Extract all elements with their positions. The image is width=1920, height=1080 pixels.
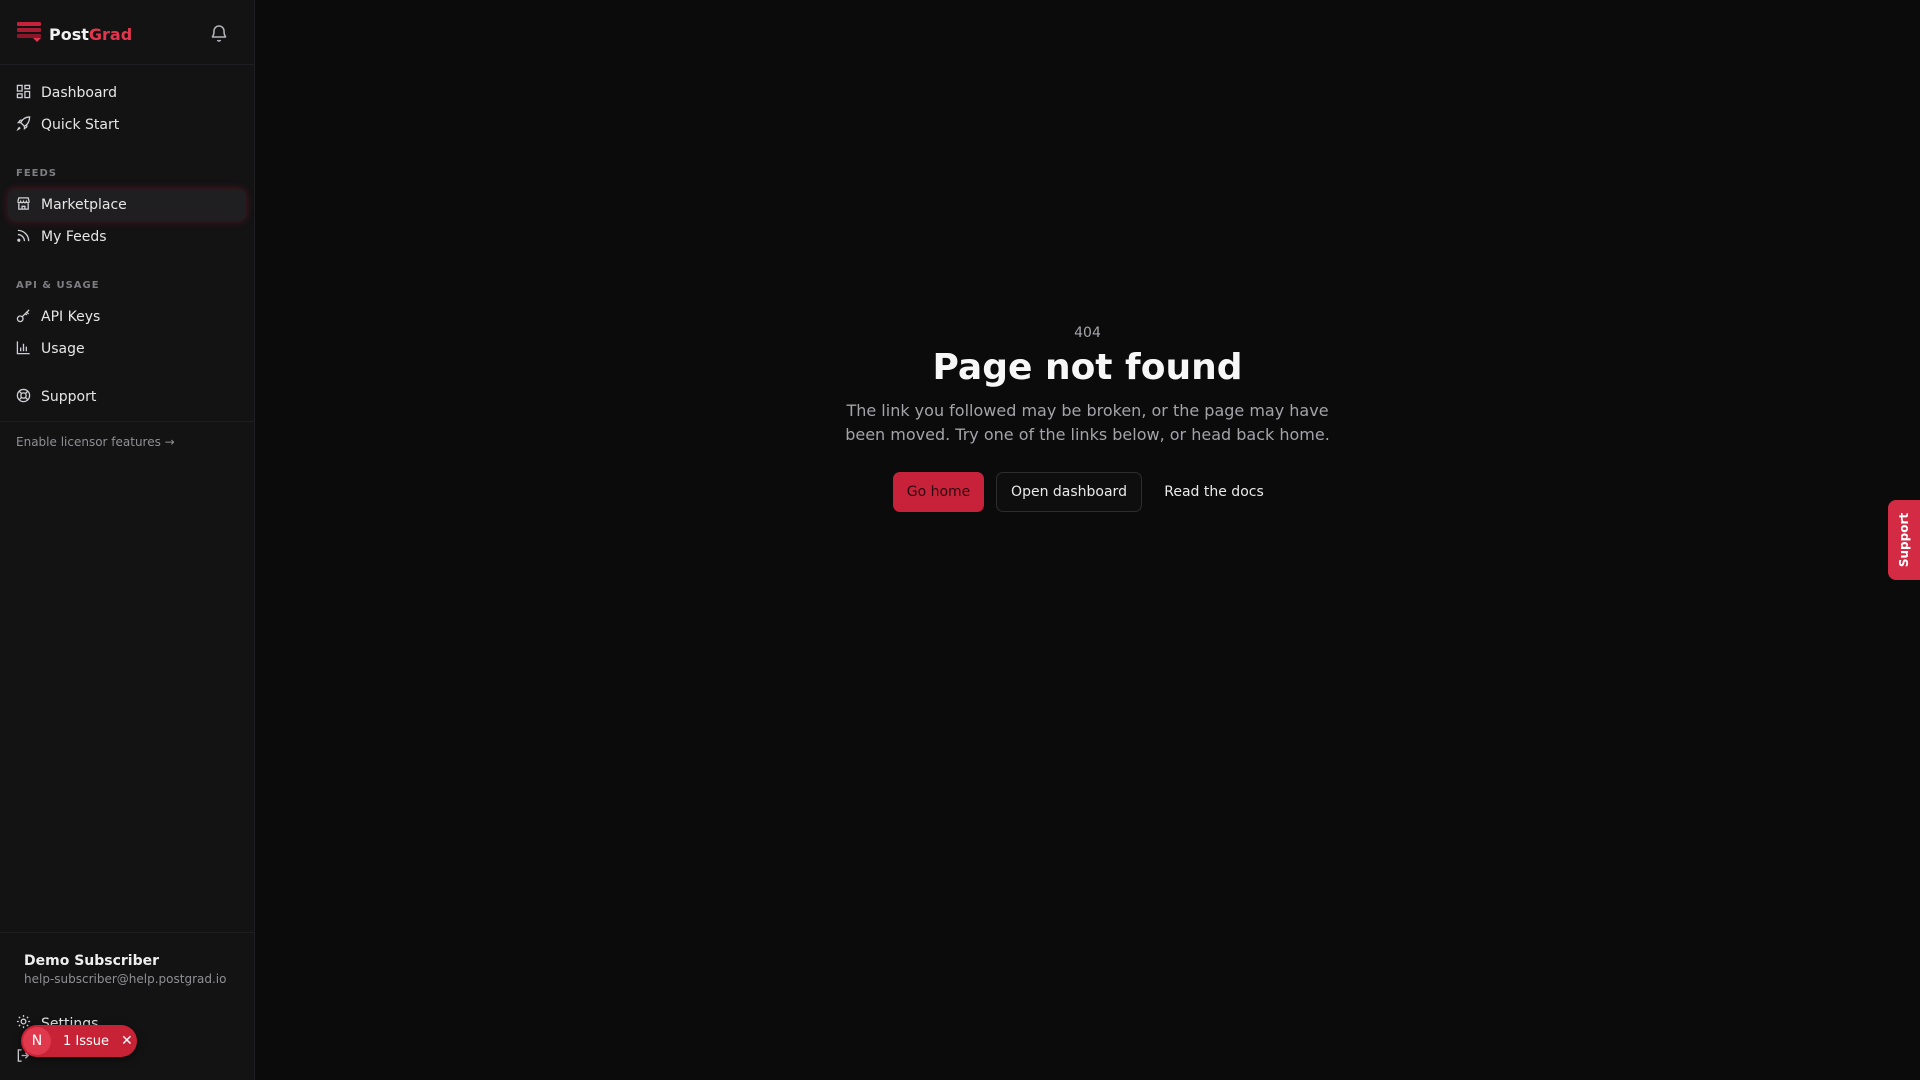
store-icon [16, 196, 31, 215]
open-dashboard-button[interactable]: Open dashboard [996, 472, 1142, 512]
issue-avatar: N [23, 1027, 51, 1055]
issue-badge[interactable]: N 1 Issue ✕ [21, 1025, 137, 1057]
rss-icon [16, 228, 31, 247]
sidebar-item-label: Quick Start [41, 117, 120, 133]
rocket-icon [16, 115, 31, 135]
sidebar-item-quick-start[interactable]: Quick Start [8, 109, 246, 141]
page-title: Page not found [932, 347, 1243, 388]
bell-icon[interactable] [210, 23, 228, 47]
enable-licensor-link[interactable]: Enable licensor features → [16, 435, 175, 449]
sidebar-item-label: Marketplace [41, 197, 127, 213]
sidebar-item-label: Support [41, 389, 97, 405]
divider [0, 421, 255, 422]
lifebuoy-icon [16, 388, 31, 407]
go-home-button[interactable]: Go home [893, 472, 984, 512]
sidebar-item-support[interactable]: Support [8, 381, 246, 413]
user-email: help-subscriber@help.postgrad.io [24, 972, 227, 986]
read-docs-button[interactable]: Read the docs [1155, 472, 1273, 512]
brand-logo[interactable]: PostGrad [17, 22, 132, 46]
main-content: 404 Page not found The link you followed… [255, 0, 1920, 1080]
bar-chart-icon [16, 340, 31, 359]
user-name: Demo Subscriber [24, 953, 160, 969]
divider [0, 64, 255, 65]
dashboard-icon [16, 84, 31, 103]
close-icon[interactable]: ✕ [121, 1033, 133, 1049]
error-description: The link you followed may be broken, or … [845, 401, 1330, 444]
support-tab[interactable]: Support [1888, 500, 1920, 580]
sidebar-item-label: Usage [41, 341, 85, 357]
sidebar-item-usage[interactable]: Usage [8, 333, 246, 365]
sidebar: PostGrad Dashboard Quick Start FEEDS Mar… [0, 0, 255, 1080]
sidebar-item-my-feeds[interactable]: My Feeds [8, 221, 246, 253]
sidebar-item-label: API Keys [41, 309, 101, 325]
sidebar-item-marketplace[interactable]: Marketplace [8, 189, 246, 221]
issue-count-label: 1 Issue [63, 1033, 110, 1049]
support-tab-label: Support [1897, 512, 1912, 568]
sidebar-item-label: My Feeds [41, 229, 107, 245]
postgrad-logo-icon [17, 22, 43, 46]
error-code: 404 [1074, 325, 1101, 341]
key-icon [16, 308, 31, 327]
sidebar-item-dashboard[interactable]: Dashboard [8, 77, 246, 109]
sidebar-item-api-keys[interactable]: API Keys [8, 301, 246, 333]
section-label-feeds: FEEDS [16, 168, 57, 179]
divider [0, 932, 255, 933]
sidebar-item-label: Dashboard [41, 85, 117, 101]
section-label-api-usage: API & USAGE [16, 280, 100, 291]
brand-name: PostGrad [49, 24, 133, 44]
